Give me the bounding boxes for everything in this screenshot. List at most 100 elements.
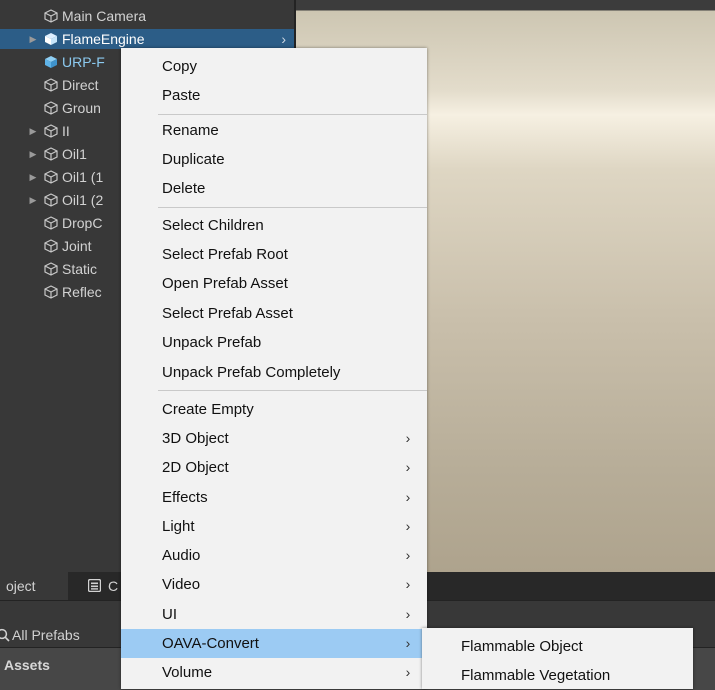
chevron-right-icon: › [405,518,411,534]
menu-item-unpack-prefab[interactable]: Unpack Prefab [121,328,427,357]
menu-separator [158,114,427,115]
menu-item-label: Video [162,576,201,593]
menu-item-unpack-prefab-completely[interactable]: Unpack Prefab Completely [121,358,427,387]
expand-arrow-icon[interactable]: ▶ [29,190,37,210]
menu-item-label: Select Children [162,217,264,234]
gameobject-icon [44,9,58,23]
chevron-right-icon[interactable]: › [281,29,286,49]
menu-item-flammable-vegetation[interactable]: Flammable Vegetation [422,661,693,690]
hierarchy-item-label: II [62,123,70,139]
expand-arrow-icon[interactable]: ▶ [29,29,37,49]
menu-item-ui[interactable]: UI › [121,600,427,629]
gameobject-icon [44,285,58,299]
hierarchy-item-label: Reflec [62,284,102,300]
menu-item-label: Rename [162,122,219,139]
menu-item-label: Flammable Object [461,638,583,655]
menu-item-label: 2D Object [162,459,229,476]
menu-item-label: Effects [162,489,208,506]
hierarchy-item-label: URP-F [62,54,105,70]
menu-item-duplicate[interactable]: Duplicate [121,145,427,174]
hierarchy-item-flameengine[interactable]: ▶ FlameEngine › [0,29,294,49]
menu-item-video[interactable]: Video › [121,570,427,599]
chevron-right-icon: › [405,576,411,592]
menu-item-effects[interactable]: Effects › [121,483,427,512]
menu-item-open-prefab-asset[interactable]: Open Prefab Asset [121,269,427,298]
menu-item-volume[interactable]: Volume › [121,658,427,687]
menu-item-label: Delete [162,180,206,197]
chevron-right-icon: › [405,664,411,680]
gameobject-icon [44,193,58,207]
prefab-icon [45,56,57,68]
menu-item-light[interactable]: Light › [121,512,427,541]
gameobject-icon [44,170,58,184]
menu-item-oava-convert[interactable]: OAVA-Convert › [121,629,427,658]
hierarchy-item-label: Oil1 [62,146,87,162]
chevron-right-icon: › [405,489,411,505]
hierarchy-item-label: Direct [62,77,99,93]
hierarchy-item-label: DropC [62,215,103,231]
chevron-right-icon: › [405,606,411,622]
hierarchy-item-label: Joint [62,238,92,254]
expand-arrow-icon[interactable]: ▶ [29,121,37,141]
menu-separator [158,207,427,208]
gameobject-icon [44,101,58,115]
assets-label: Assets [4,657,50,673]
menu-item-flammable-object[interactable]: Flammable Object [422,632,693,661]
chevron-right-icon: › [405,635,411,651]
menu-item-paste[interactable]: Paste [121,81,427,110]
menu-item-label: Open Prefab Asset [162,275,288,292]
menu-item-label: 3D Object [162,430,229,447]
menu-item-label: Light [162,518,195,535]
hierarchy-item-label: Main Camera [62,8,147,24]
expand-arrow-icon[interactable]: ▶ [29,144,37,164]
menu-item-label: UI [162,606,177,623]
menu-item-audio[interactable]: Audio › [121,541,427,570]
menu-item-select-children[interactable]: Select Children [121,211,427,240]
menu-item-label: Duplicate [162,151,225,168]
tab-label: C [108,578,119,594]
gameobject-icon [44,216,58,230]
menu-item-label: Unpack Prefab [162,334,262,351]
search-label: All Prefabs [12,627,80,643]
menu-item-3d-object[interactable]: 3D Object › [121,424,427,453]
menu-item-label: Unpack Prefab Completely [162,364,341,381]
prefab-icon [45,33,57,45]
menu-item-label: Select Prefab Asset [162,305,293,322]
menu-item-select-prefab-asset[interactable]: Select Prefab Asset [121,299,427,328]
hierarchy-item-label: Oil1 (1 [62,169,104,185]
menu-item-label: Flammable Vegetation [461,667,611,684]
oava-convert-submenu: Flammable Object Flammable Vegetation [422,628,693,689]
menu-item-rename[interactable]: Rename [121,116,427,145]
menu-item-select-prefab-root[interactable]: Select Prefab Root [121,240,427,269]
menu-item-2d-object[interactable]: 2D Object › [121,453,427,482]
expand-arrow-icon[interactable]: ▶ [29,167,37,187]
menu-item-label: Copy [162,58,198,75]
menu-item-label: Create Empty [162,401,254,418]
tab-label: oject [6,578,36,594]
hierarchy-item-label: Oil1 (2 [62,192,104,208]
gameobject-icon [44,147,58,161]
hierarchy-item-label: FlameEngine [62,31,145,47]
gameobject-icon [44,262,58,276]
hierarchy-item-label: Groun [62,100,101,116]
menu-item-copy[interactable]: Copy [121,52,427,81]
gameobject-icon [44,124,58,138]
menu-item-delete[interactable]: Delete [121,174,427,203]
hierarchy-item-label: Static [62,261,98,277]
menu-item-label: Audio [162,547,201,564]
menu-separator [158,390,427,391]
tab-project[interactable]: oject [0,572,68,600]
chevron-right-icon: › [405,547,411,563]
menu-item-label: Volume [162,664,213,681]
gameobject-icon [44,239,58,253]
chevron-right-icon: › [405,459,411,475]
menu-item-label: Select Prefab Root [162,246,288,263]
chevron-right-icon: › [405,430,411,446]
gameobject-icon [44,78,58,92]
context-menu: Copy Paste Rename Duplicate Delete Selec… [121,48,427,689]
hierarchy-item-main-camera[interactable]: Main Camera [0,6,294,26]
menu-item-label: Paste [162,87,201,104]
menu-item-create-empty[interactable]: Create Empty [121,395,427,424]
console-icon [88,579,101,592]
search-icon [0,628,10,642]
